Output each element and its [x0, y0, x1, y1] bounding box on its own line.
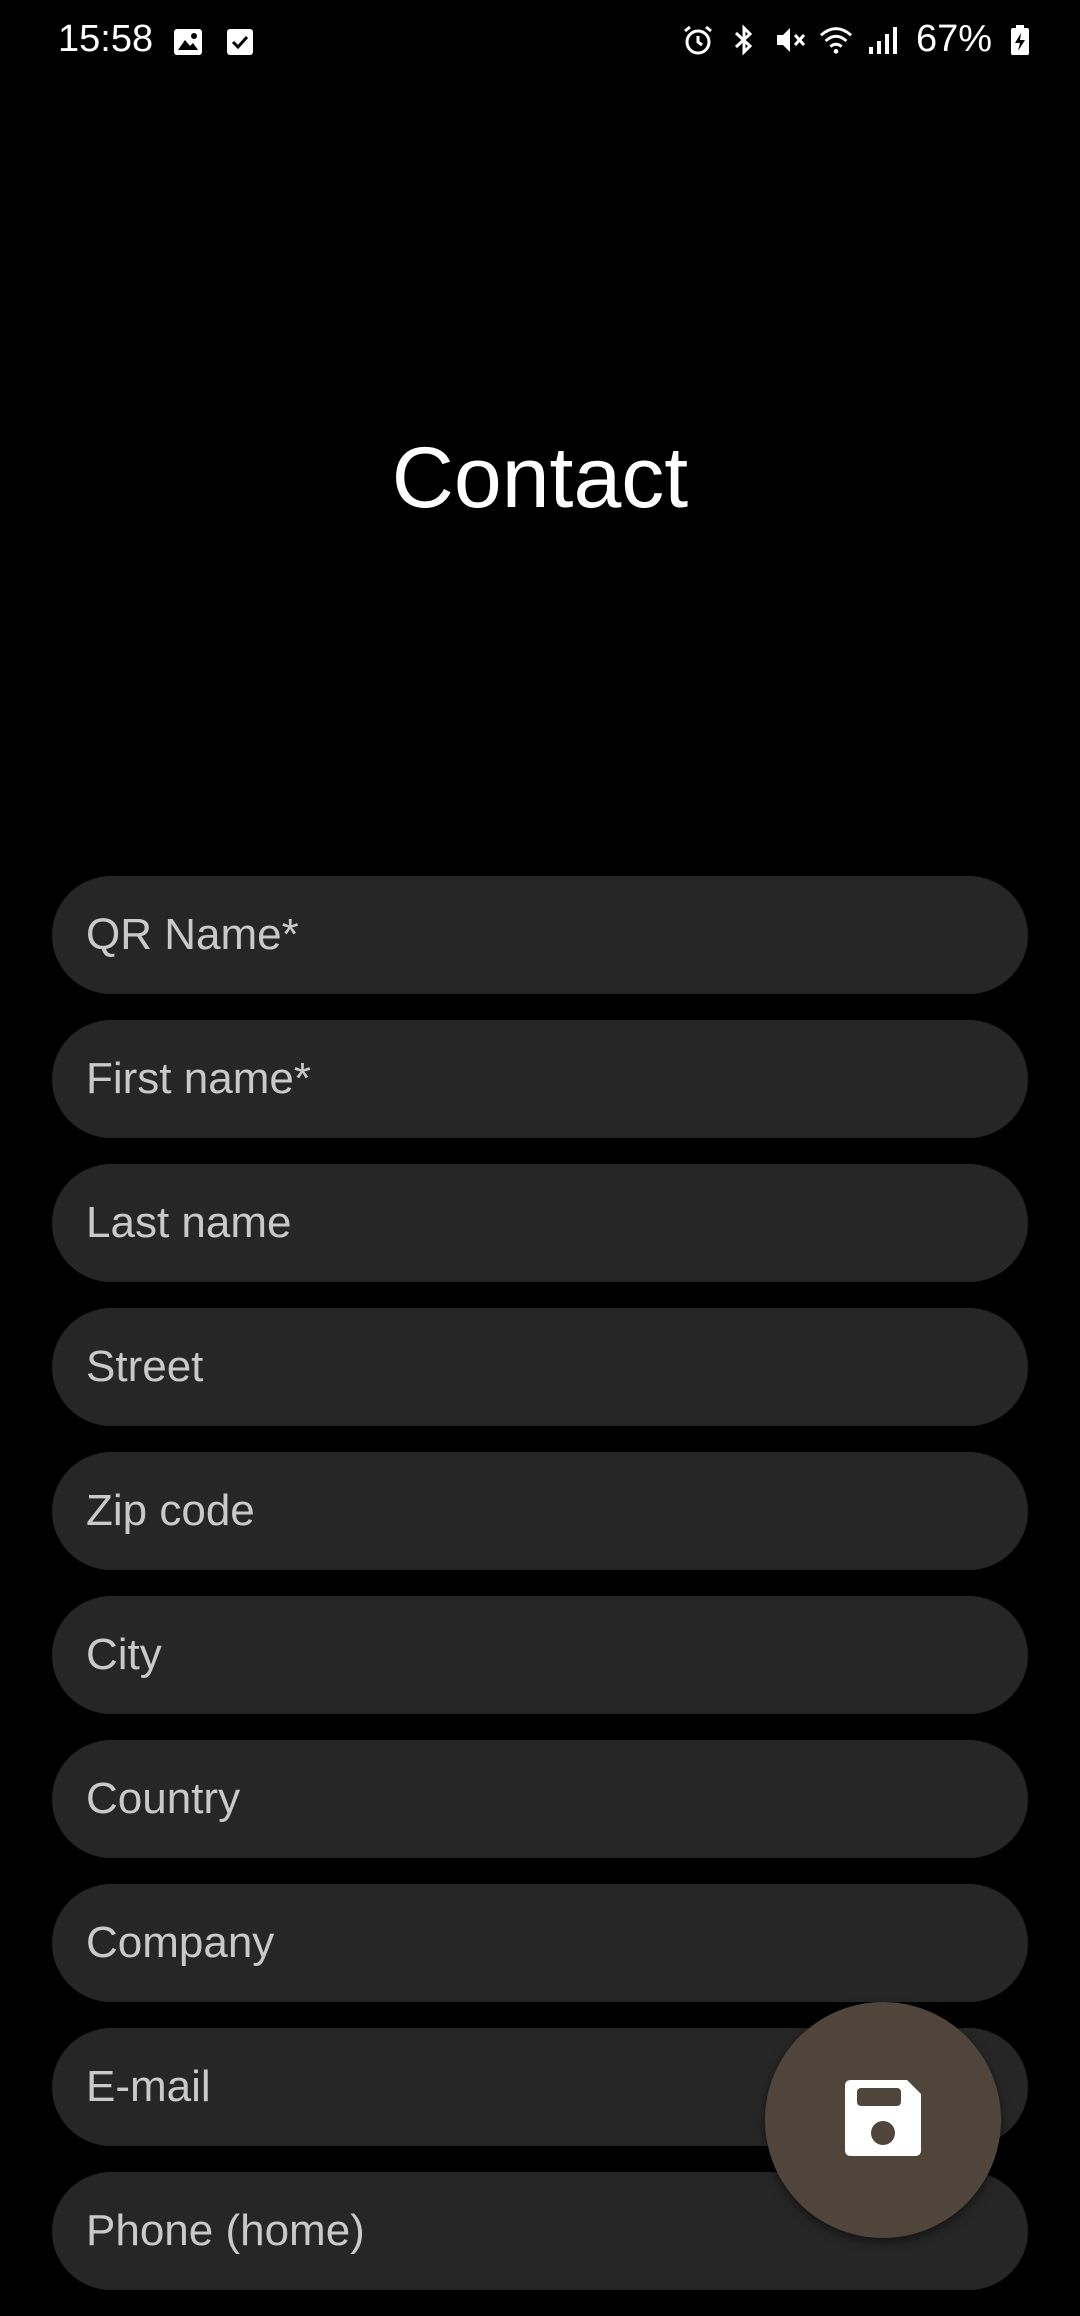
- qr-name-field[interactable]: QR Name*: [52, 876, 1028, 994]
- checkbox-icon: [222, 24, 258, 60]
- mute-icon: [772, 22, 808, 58]
- bluetooth-icon: [726, 22, 762, 58]
- gallery-icon: [170, 24, 206, 60]
- wifi-icon: [818, 22, 854, 58]
- zip-code-field[interactable]: Zip code: [52, 1452, 1028, 1570]
- status-time: 15:58: [58, 18, 154, 60]
- field-placeholder: Phone (home): [86, 2206, 365, 2255]
- field-placeholder: E-mail: [86, 2062, 211, 2111]
- country-field[interactable]: Country: [52, 1740, 1028, 1858]
- status-left-icons: [170, 24, 258, 60]
- save-icon: [841, 2076, 925, 2165]
- last-name-field[interactable]: Last name: [52, 1164, 1028, 1282]
- status-bar: 15:58 67%: [0, 0, 1080, 84]
- page-title: Contact: [391, 430, 689, 526]
- city-field[interactable]: City: [52, 1596, 1028, 1714]
- field-placeholder: QR Name*: [86, 910, 299, 959]
- battery-percent: 67%: [915, 18, 992, 60]
- battery-icon: [1002, 22, 1038, 58]
- signal-icon: [864, 22, 900, 58]
- company-field[interactable]: Company: [52, 1884, 1028, 2002]
- field-placeholder: Street: [86, 1342, 204, 1391]
- field-placeholder: First name*: [86, 1054, 311, 1103]
- field-placeholder: City: [86, 1630, 162, 1679]
- first-name-field[interactable]: First name*: [52, 1020, 1028, 1138]
- save-button[interactable]: [765, 2002, 1001, 2238]
- field-placeholder: Country: [86, 1774, 241, 1823]
- field-placeholder: Last name: [86, 1198, 292, 1247]
- field-placeholder: Company: [86, 1918, 275, 1967]
- field-placeholder: Zip code: [86, 1486, 255, 1535]
- status-right-icons: 67%: [680, 18, 1038, 61]
- alarm-icon: [680, 22, 716, 58]
- street-field[interactable]: Street: [52, 1308, 1028, 1426]
